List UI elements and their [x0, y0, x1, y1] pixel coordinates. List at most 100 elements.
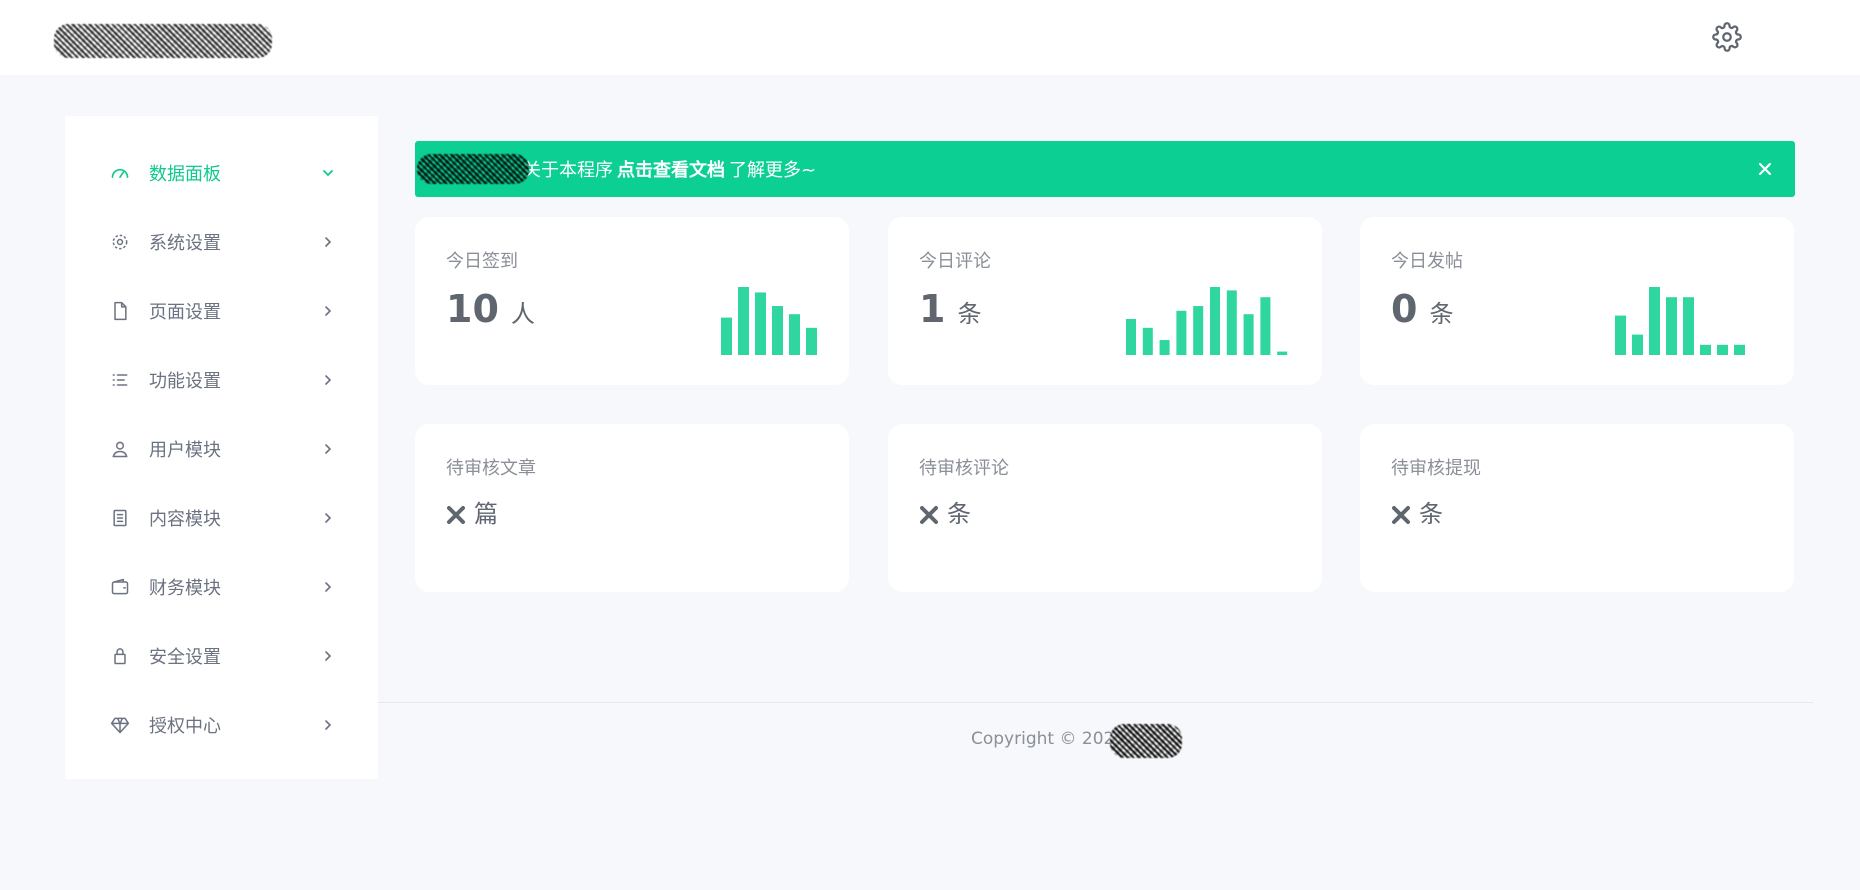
settings-button[interactable]	[1710, 20, 1744, 54]
pending-card-title: 待审核提现	[1391, 458, 1481, 479]
spark-bar	[1649, 287, 1660, 355]
spark-bar	[1277, 351, 1288, 355]
spark-bar	[755, 292, 766, 355]
banner-suffix: 了解更多~	[729, 160, 817, 181]
close-icon	[1758, 162, 1772, 176]
spark-bar	[1159, 340, 1170, 355]
banner-doc-link[interactable]: 点击查看文档	[617, 156, 725, 182]
spark-bar	[1632, 334, 1643, 355]
stat-card-title: 今日签到	[446, 251, 518, 272]
stat-card-unit: 条	[1429, 300, 1454, 328]
pending-card-withdrawals: 待审核提现 条	[1360, 424, 1794, 592]
spark-bar	[1126, 318, 1136, 355]
close-banner-button[interactable]	[1755, 159, 1775, 179]
spark-bar	[1615, 315, 1626, 355]
chevron-right-icon	[321, 235, 335, 249]
sidebar-item-label: 授权中心	[149, 715, 221, 737]
spark-bar	[1142, 327, 1153, 355]
pending-card-unit: 篇	[474, 500, 498, 528]
sidebar: 数据面板 系统设置 页面设置 功能设置 用户模块 内容模块 财务模块 安全设置 …	[65, 116, 378, 779]
sidebar-item-label: 数据面板	[149, 163, 221, 185]
sparkline-bars	[721, 287, 817, 355]
sparkline-bars	[1126, 287, 1288, 355]
chevron-right-icon	[321, 304, 335, 318]
document-icon	[109, 507, 131, 529]
spark-bar	[1734, 344, 1745, 355]
spark-bar	[1666, 297, 1677, 355]
pending-card-title: 待审核评论	[919, 458, 1009, 479]
sidebar-item-user-module[interactable]: 用户模块	[65, 414, 378, 483]
spark-bar	[1243, 314, 1254, 355]
copyright-text: Copyright © 2023	[971, 729, 1126, 749]
spark-bar	[789, 314, 800, 355]
sidebar-item-page-settings[interactable]: 页面设置	[65, 276, 378, 345]
notice-banner: 关于本程序 点击查看文档 了解更多~	[415, 141, 1795, 197]
site-logo[interactable]	[54, 24, 272, 58]
stat-card-value: 10	[446, 287, 499, 331]
copyright-owner	[1110, 724, 1182, 758]
sidebar-item-license-center[interactable]: 授权中心	[65, 690, 378, 759]
stat-card-unit: 条	[957, 300, 982, 328]
spark-bar	[806, 327, 817, 355]
spark-bar	[772, 306, 783, 355]
close-icon	[920, 506, 938, 524]
chevron-right-icon	[321, 511, 335, 525]
banner-prefix: 关于本程序	[523, 160, 613, 181]
dashboard-gauge-icon	[109, 162, 131, 184]
sidebar-item-label: 安全设置	[149, 646, 221, 668]
pending-card-articles: 待审核文章 篇	[415, 424, 849, 592]
sidebar-item-label: 功能设置	[149, 370, 221, 392]
close-icon	[1392, 506, 1410, 524]
sidebar-item-label: 用户模块	[149, 439, 221, 461]
spark-bar	[1193, 306, 1204, 355]
stat-card-comments: 今日评论 1 条	[888, 217, 1322, 385]
sidebar-item-dashboard[interactable]: 数据面板	[65, 138, 378, 207]
footer-divider	[378, 702, 1813, 703]
chevron-right-icon	[321, 718, 335, 732]
pending-card-comments: 待审核评论 条	[888, 424, 1322, 592]
sidebar-item-finance-module[interactable]: 财务模块	[65, 552, 378, 621]
gear-icon	[1712, 22, 1742, 52]
diamond-icon	[109, 714, 131, 736]
sparkline-bars	[1615, 287, 1745, 355]
sidebar-item-label: 内容模块	[149, 508, 221, 530]
pending-card-unit: 条	[947, 500, 971, 528]
sidebar-item-label: 财务模块	[149, 577, 221, 599]
lock-icon	[109, 645, 131, 667]
stat-card-posts: 今日发帖 0 条	[1360, 217, 1794, 385]
sidebar-item-feature-settings[interactable]: 功能设置	[65, 345, 378, 414]
sidebar-item-label: 系统设置	[149, 232, 221, 254]
spark-bar	[1717, 344, 1728, 355]
spark-bar	[1700, 344, 1711, 355]
gear-icon	[109, 231, 131, 253]
sidebar-item-security-settings[interactable]: 安全设置	[65, 621, 378, 690]
user-icon	[109, 438, 131, 460]
sidebar-item-system-settings[interactable]: 系统设置	[65, 207, 378, 276]
stat-card-unit: 人	[510, 300, 535, 328]
stat-card-title: 今日发帖	[1391, 251, 1463, 272]
close-icon	[447, 506, 465, 524]
sidebar-item-label: 页面设置	[149, 301, 221, 323]
chevron-right-icon	[321, 442, 335, 456]
pending-card-unit: 条	[1419, 500, 1443, 528]
stat-card-checkins: 今日签到 10 人	[415, 217, 849, 385]
spark-bar	[1260, 297, 1271, 355]
spark-bar	[1226, 290, 1237, 355]
stat-card-value: 1	[919, 287, 946, 331]
spark-bar	[1176, 310, 1187, 355]
stat-card-value: 0	[1391, 287, 1418, 331]
list-icon	[109, 369, 131, 391]
sidebar-item-content-module[interactable]: 内容模块	[65, 483, 378, 552]
banner-brand-name	[417, 154, 529, 184]
chevron-right-icon	[321, 649, 335, 663]
spark-bar	[738, 287, 749, 355]
chevron-right-icon	[321, 373, 335, 387]
spark-bar	[721, 317, 732, 355]
chevron-down-icon	[321, 166, 335, 180]
spark-bar	[1683, 297, 1694, 355]
chevron-right-icon	[321, 580, 335, 594]
pending-card-title: 待审核文章	[446, 458, 536, 479]
spark-bar	[1210, 287, 1220, 355]
stat-card-title: 今日评论	[919, 251, 991, 272]
top-header	[0, 0, 1860, 75]
